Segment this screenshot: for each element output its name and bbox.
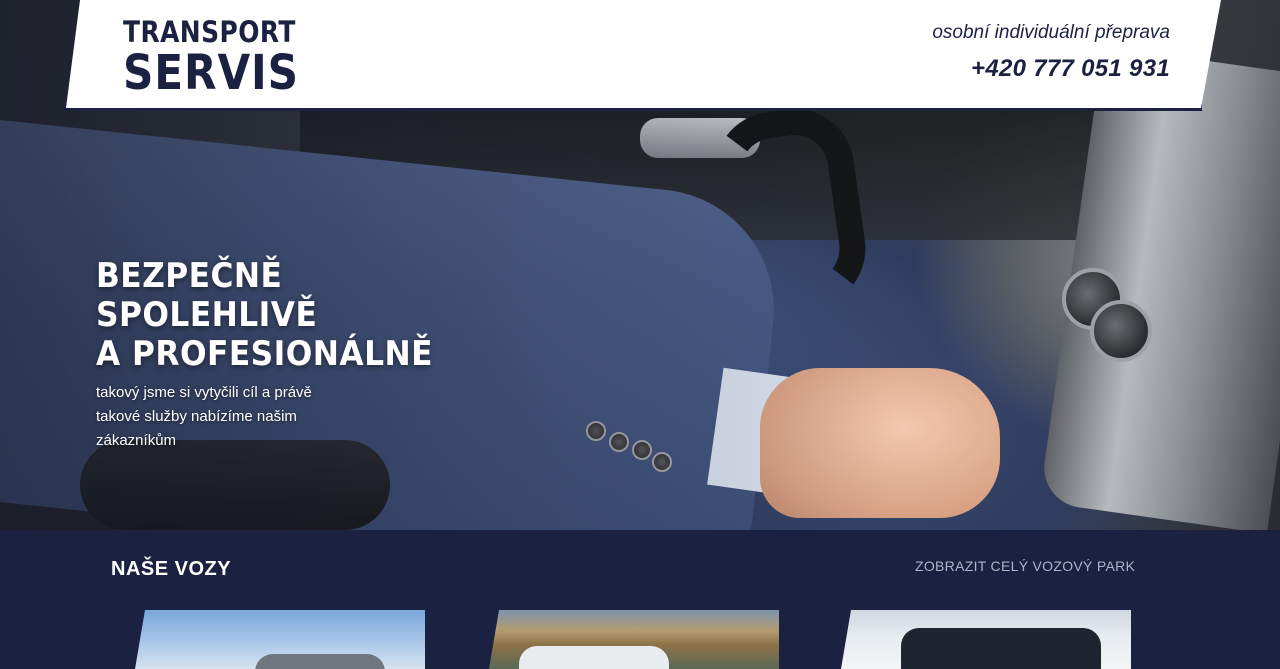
logo[interactable]: TRANSPORT SERVIS xyxy=(123,15,324,101)
car-card[interactable] xyxy=(135,610,425,669)
hero-title-line: SPOLEHLIVĚ xyxy=(96,295,318,335)
cars-section: NAŠE VOZY ZOBRAZIT CELÝ VOZOVÝ PARK xyxy=(0,530,1280,669)
car-card[interactable] xyxy=(841,610,1131,669)
car-image xyxy=(255,654,385,669)
hero-subtitle: takový jsme si vytyčili cíl a právě tako… xyxy=(96,384,312,449)
hero-title-line: A PROFESIONÁLNĚ xyxy=(96,334,433,374)
car-card[interactable] xyxy=(489,610,779,669)
hero-title-line: BEZPEČNĚ xyxy=(96,256,283,296)
car-image xyxy=(901,628,1101,669)
logo-line-1: TRANSPORT xyxy=(123,15,296,49)
header-tagline: osobní individuální přeprava xyxy=(932,22,1170,43)
phone-link[interactable]: +420 777 051 931 xyxy=(971,55,1170,83)
view-fleet-link[interactable]: ZOBRAZIT CELÝ VOZOVÝ PARK xyxy=(915,558,1135,574)
logo-line-2: SERVIS xyxy=(123,45,299,101)
cars-title: NAŠE VOZY xyxy=(111,558,232,580)
car-image xyxy=(519,646,669,669)
hero-title: BEZPEČNĚ SPOLEHLIVĚ A PROFESIONÁLNĚ xyxy=(96,257,462,374)
